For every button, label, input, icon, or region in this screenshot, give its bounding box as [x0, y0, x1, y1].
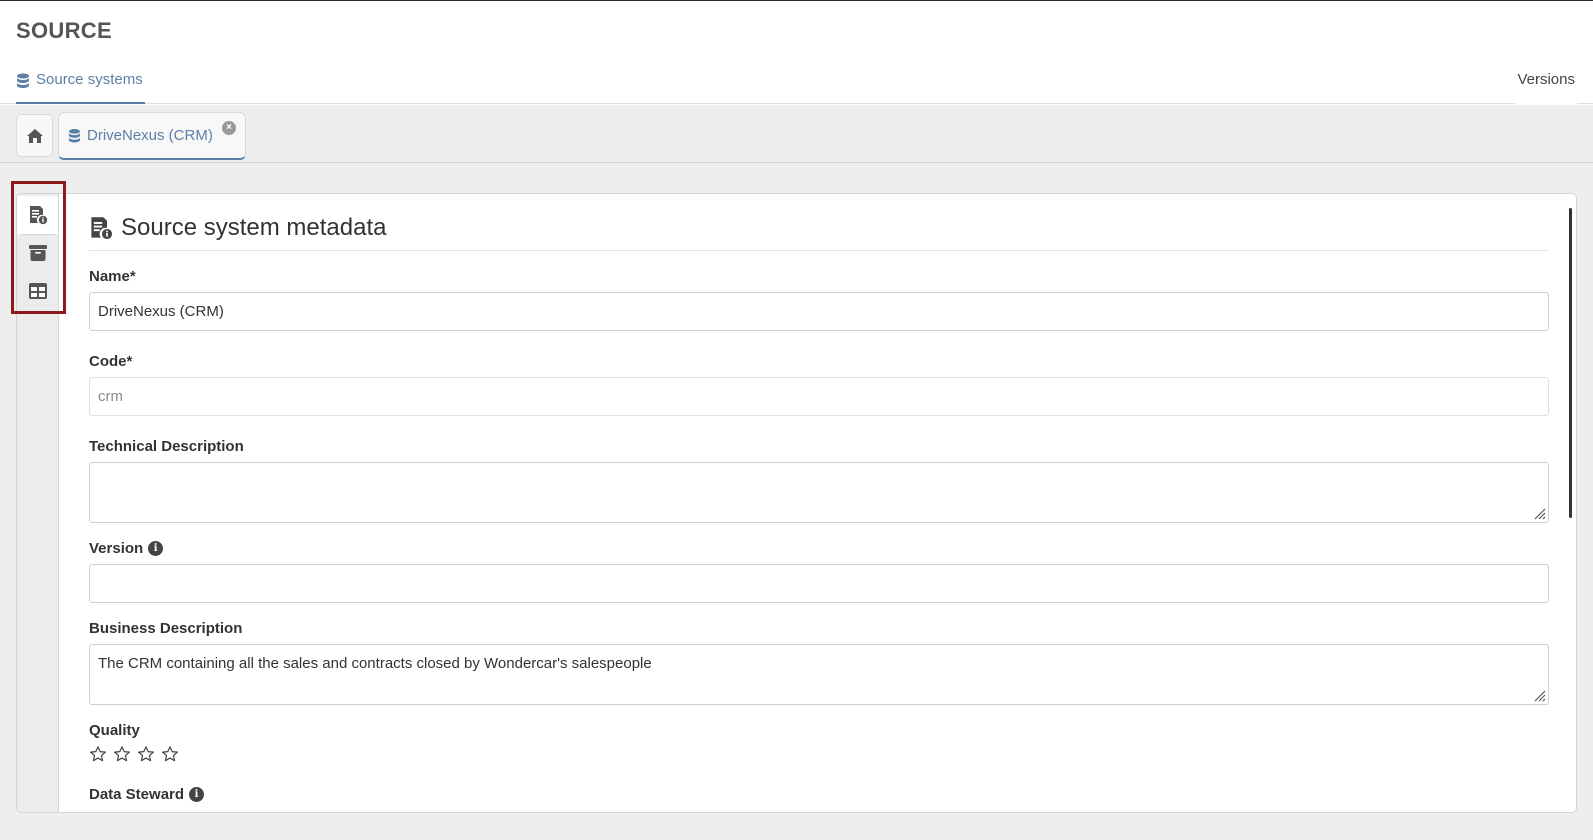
business-description-textarea[interactable]: The CRM containing all the sales and con…	[89, 644, 1549, 705]
name-label: Name*	[89, 268, 136, 285]
page-title: SOURCE	[16, 18, 112, 43]
name-label-text: Name*	[89, 268, 136, 285]
star-icon[interactable]	[89, 745, 107, 763]
business-description-label: Business Description	[89, 620, 242, 637]
record-tab-drivenexus[interactable]: DriveNexus (CRM) ×	[58, 112, 246, 160]
technical-description-label: Technical Description	[89, 438, 244, 455]
record-tab-label: DriveNexus (CRM)	[87, 127, 213, 144]
info-icon[interactable]: i	[148, 541, 164, 556]
rail-table-button[interactable]	[17, 272, 58, 310]
table-icon	[28, 283, 47, 299]
home-icon	[26, 128, 43, 143]
technical-description-label-text: Technical Description	[89, 438, 244, 455]
database-icon	[68, 128, 81, 142]
rail-archive-button[interactable]	[17, 234, 58, 272]
resize-grip-icon[interactable]	[1532, 506, 1546, 520]
database-icon	[17, 73, 29, 88]
info-icon[interactable]: i	[189, 787, 205, 802]
home-tab[interactable]	[16, 114, 53, 157]
quality-rating	[89, 745, 179, 763]
side-rail	[17, 194, 59, 812]
star-icon[interactable]	[137, 745, 155, 763]
code-label-text: Code*	[89, 353, 133, 370]
resize-grip-icon[interactable]	[1532, 688, 1546, 702]
top-border	[0, 0, 1593, 1]
version-label-text: Version	[89, 540, 144, 557]
code-label: Code*	[89, 353, 132, 370]
star-icon[interactable]	[113, 745, 131, 763]
business-description-label-text: Business Description	[89, 620, 243, 637]
name-input[interactable]: DriveNexus (CRM)	[89, 292, 1549, 331]
version-label: Version i	[89, 540, 164, 557]
code-input[interactable]: crm	[89, 377, 1549, 416]
tab-source-systems-label: Source systems	[36, 71, 143, 88]
section-header: Source system metadata	[89, 206, 1549, 251]
rail-metadata-button[interactable]	[17, 196, 58, 234]
scrollbar[interactable]	[1569, 208, 1572, 518]
section-title: Source system metadata	[121, 214, 387, 241]
workspace: Source system metadata Name* DriveNexus …	[0, 163, 1593, 840]
quality-label-text: Quality	[89, 722, 140, 739]
quality-label: Quality	[89, 722, 140, 739]
metadata-info-icon	[29, 206, 47, 225]
data-steward-label-text: Data Steward	[89, 786, 185, 803]
version-input[interactable]	[89, 564, 1549, 603]
main-nav: Source systems Versions	[0, 60, 1593, 104]
document-info-icon	[91, 217, 113, 240]
archive-icon	[28, 245, 47, 261]
open-tabs-strip: DriveNexus (CRM) ×	[0, 105, 1593, 163]
technical-description-textarea[interactable]	[89, 462, 1549, 523]
close-tab-icon[interactable]: ×	[222, 121, 236, 135]
tab-source-systems[interactable]: Source systems	[16, 71, 145, 104]
star-icon[interactable]	[161, 745, 179, 763]
detail-panel: Source system metadata Name* DriveNexus …	[16, 193, 1577, 813]
data-steward-label: Data Steward i	[89, 786, 205, 803]
tab-versions[interactable]: Versions	[1515, 71, 1577, 104]
business-description-value: The CRM containing all the sales and con…	[98, 655, 652, 672]
metadata-form: Source system metadata Name* DriveNexus …	[89, 194, 1549, 812]
